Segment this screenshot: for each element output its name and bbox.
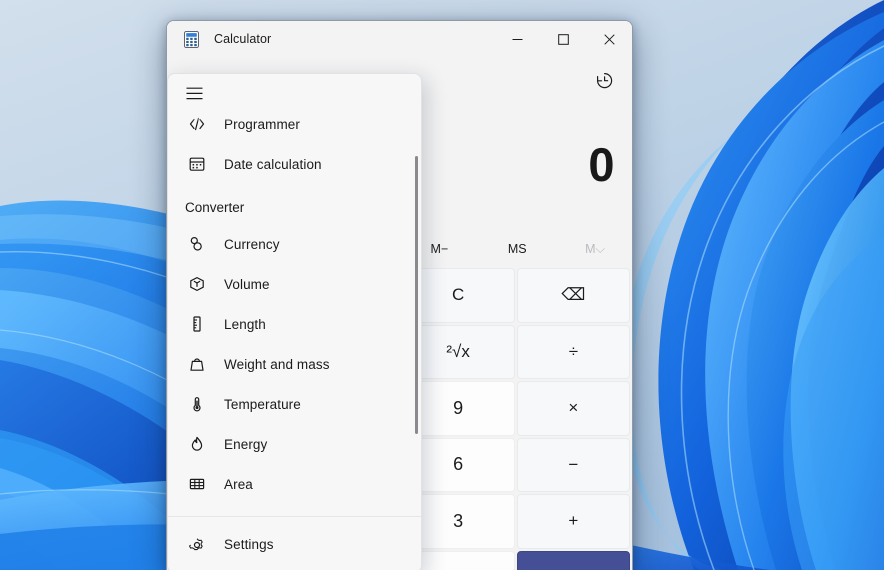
date-calculation-icon bbox=[186, 153, 208, 175]
nav-item-label: Energy bbox=[224, 436, 268, 452]
nav-item-energy[interactable]: Energy bbox=[172, 424, 419, 464]
nav-item-volume[interactable]: Volume bbox=[172, 264, 419, 304]
nav-item-speed[interactable]: Speed bbox=[172, 504, 419, 516]
nav-item-currency[interactable]: Currency bbox=[172, 224, 419, 264]
nav-scrollbar-thumb[interactable] bbox=[415, 156, 418, 434]
memory-dropdown[interactable]: M⌵ bbox=[556, 230, 632, 268]
nav-item-label: Weight and mass bbox=[224, 356, 330, 372]
nav-item-temperature[interactable]: Temperature bbox=[172, 384, 419, 424]
navigation-footer: Settings bbox=[168, 516, 421, 570]
hamburger-icon bbox=[186, 87, 203, 99]
close-icon bbox=[603, 33, 615, 45]
programmer-icon bbox=[186, 113, 208, 135]
nav-item-label: Length bbox=[224, 316, 266, 332]
minimize-button[interactable] bbox=[494, 21, 540, 57]
nav-item-label: Area bbox=[224, 476, 253, 492]
maximize-button[interactable] bbox=[540, 21, 586, 57]
navigation-flyout: Programmer Date calculation Converter Cu… bbox=[167, 73, 422, 570]
desktop: Calculator 0 M− MS M⌵ C ⌫ ²√x ÷ 9 × 6 − … bbox=[0, 0, 884, 570]
nav-item-label: Date calculation bbox=[224, 156, 322, 172]
navigation-list: Programmer Date calculation Converter Cu… bbox=[168, 112, 421, 516]
subtract-key[interactable]: − bbox=[516, 437, 630, 492]
window-controls bbox=[494, 21, 632, 57]
nav-group-header-converter: Converter bbox=[185, 199, 245, 215]
add-key[interactable]: + bbox=[516, 494, 630, 549]
calculator-icon bbox=[184, 30, 199, 48]
nav-item-length[interactable]: Length bbox=[172, 304, 419, 344]
temperature-icon bbox=[186, 393, 208, 415]
nav-item-label: Programmer bbox=[224, 116, 301, 132]
calculator-window: Calculator 0 M− MS M⌵ C ⌫ ²√x ÷ 9 × 6 − … bbox=[166, 20, 633, 570]
display-value: 0 bbox=[588, 138, 614, 191]
nav-item-weight-and-mass[interactable]: Weight and mass bbox=[172, 344, 419, 384]
history-icon bbox=[596, 72, 612, 88]
speed-icon bbox=[186, 513, 208, 516]
multiply-key[interactable]: × bbox=[516, 381, 630, 436]
nav-scrollbar[interactable] bbox=[415, 156, 418, 434]
weight-icon bbox=[186, 353, 208, 375]
divide-key[interactable]: ÷ bbox=[516, 324, 630, 379]
nav-item-label: Volume bbox=[224, 276, 270, 292]
navigation-scroll-area[interactable]: Programmer Date calculation Converter Cu… bbox=[168, 112, 421, 516]
area-icon bbox=[186, 473, 208, 495]
volume-icon bbox=[186, 273, 208, 295]
hamburger-button[interactable] bbox=[168, 74, 421, 112]
equals-key[interactable]: = bbox=[516, 550, 630, 570]
nav-item-label: Settings bbox=[224, 537, 274, 552]
nav-item-programmer[interactable]: Programmer bbox=[172, 112, 419, 144]
window-title: Calculator bbox=[214, 32, 272, 46]
currency-icon bbox=[186, 233, 208, 255]
title-bar[interactable]: Calculator bbox=[167, 21, 632, 57]
close-button[interactable] bbox=[586, 21, 632, 57]
backspace-key[interactable]: ⌫ bbox=[516, 268, 630, 323]
length-icon bbox=[186, 313, 208, 335]
nav-item-area[interactable]: Area bbox=[172, 464, 419, 504]
maximize-icon bbox=[557, 33, 569, 45]
energy-icon bbox=[186, 433, 208, 455]
minimize-icon bbox=[512, 38, 522, 40]
nav-item-date-calculation[interactable]: Date calculation bbox=[172, 144, 419, 184]
settings-gear-icon bbox=[186, 534, 208, 556]
history-button[interactable] bbox=[586, 63, 622, 97]
nav-item-label: Temperature bbox=[224, 396, 301, 412]
nav-item-settings[interactable]: Settings bbox=[172, 525, 417, 565]
nav-item-label: Currency bbox=[224, 236, 280, 252]
memory-store[interactable]: MS bbox=[478, 230, 556, 268]
